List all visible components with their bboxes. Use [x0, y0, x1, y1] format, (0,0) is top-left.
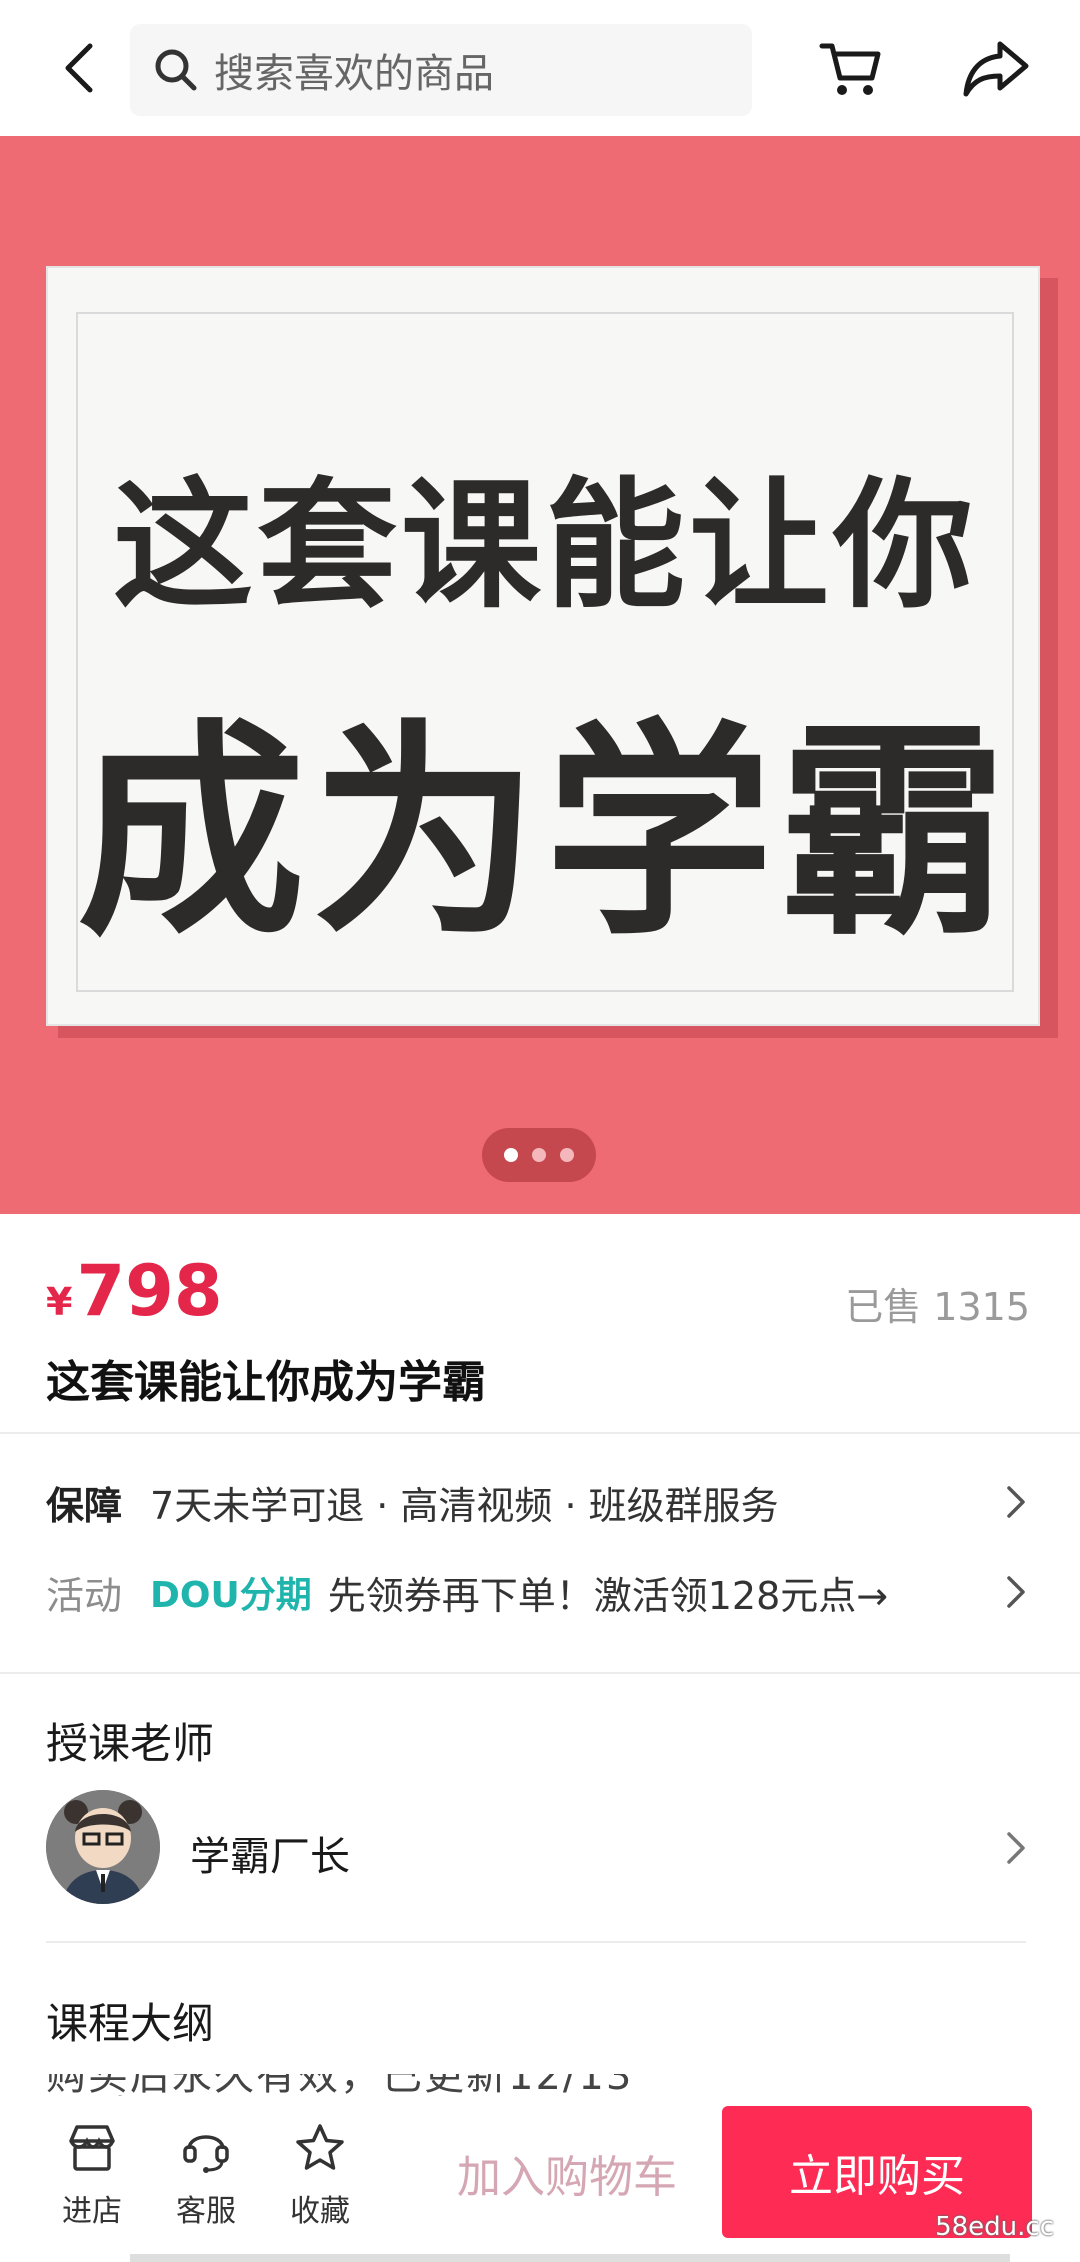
back-button[interactable]: [40, 28, 120, 108]
pager-dot: [560, 1148, 574, 1162]
product-title: 这套课能让你成为学霸: [46, 1357, 486, 1408]
headset-icon: [176, 2120, 236, 2176]
price-value: 798: [76, 1250, 223, 1332]
chevron-right-icon: [996, 1480, 1036, 1524]
teacher-row[interactable]: 学霸厂长: [46, 1790, 1036, 1906]
cart-icon: [819, 43, 881, 95]
cart-button[interactable]: [810, 28, 890, 108]
activity-text: 先领券再下单！激活领128元点→: [327, 1573, 889, 1618]
teacher-section-title: 授课老师: [46, 1719, 215, 1768]
guarantee-row[interactable]: 保障 7天未学可退 · 高清视频 · 班级群服务: [46, 1472, 1036, 1532]
pager-dot: [532, 1148, 546, 1162]
home-indicator-strip: [130, 2254, 1010, 2262]
pager-dot: [504, 1148, 518, 1162]
banner-pager: [482, 1128, 596, 1182]
top-bar: 搜索喜欢的商品: [0, 0, 1080, 136]
watermark: 58edu.cc: [935, 2212, 1054, 2242]
dou-installment-tag: DOU分期: [150, 1575, 312, 1616]
shop-label: 进店: [62, 2194, 122, 2229]
sold-count: 已售 1315: [845, 1285, 1030, 1329]
chevron-right-icon: [996, 1826, 1036, 1870]
guarantee-text: 7天未学可退 · 高清视频 · 班级群服务: [150, 1483, 779, 1528]
divider: [0, 1672, 1080, 1674]
banner-headline-2: 成为学霸: [77, 700, 1013, 966]
service-label: 客服: [176, 2194, 236, 2229]
banner-headline-1: 这套课能让你: [112, 465, 977, 628]
share-arrow-icon: [963, 41, 1029, 97]
search-icon: [146, 40, 206, 100]
guarantee-label: 保障: [46, 1483, 123, 1528]
star-icon: [290, 2120, 350, 2176]
favorite-button[interactable]: 收藏: [270, 2120, 370, 2230]
currency-symbol: ¥: [46, 1280, 73, 1324]
banner-poster: 这套课能让你 成为学霸: [46, 266, 1040, 1026]
avatar: [46, 1790, 160, 1904]
divider: [46, 1941, 1026, 1943]
chevron-right-icon: [996, 1570, 1036, 1614]
activity-row[interactable]: 活动 DOU分期 先领券再下单！激活领128元点→: [46, 1562, 1036, 1622]
shop-button[interactable]: 进店: [42, 2120, 142, 2230]
chevron-left-icon: [65, 43, 93, 93]
outline-section-title: 课程大纲: [46, 1999, 215, 2048]
shop-icon: [62, 2120, 122, 2176]
divider: [0, 1432, 1080, 1434]
outline-partial-text: 购买后永久有效，已更新12/13课时: [46, 2074, 666, 2096]
outline-partial-text-content: 购买后永久有效，已更新12/13课时: [46, 2074, 666, 2096]
price-row: ¥ 798: [46, 1250, 223, 1332]
search-input[interactable]: 搜索喜欢的商品: [130, 24, 752, 116]
share-button[interactable]: [952, 28, 1040, 108]
teacher-name: 学霸厂长: [190, 1834, 350, 1880]
search-placeholder: 搜索喜欢的商品: [214, 51, 494, 97]
product-banner[interactable]: 这套课能让你 成为学霸: [0, 136, 1080, 1214]
customer-service-button[interactable]: 客服: [156, 2120, 256, 2230]
favorite-label: 收藏: [290, 2194, 350, 2229]
activity-label: 活动: [46, 1573, 123, 1618]
add-to-cart-button[interactable]: 加入购物车: [432, 2110, 702, 2236]
